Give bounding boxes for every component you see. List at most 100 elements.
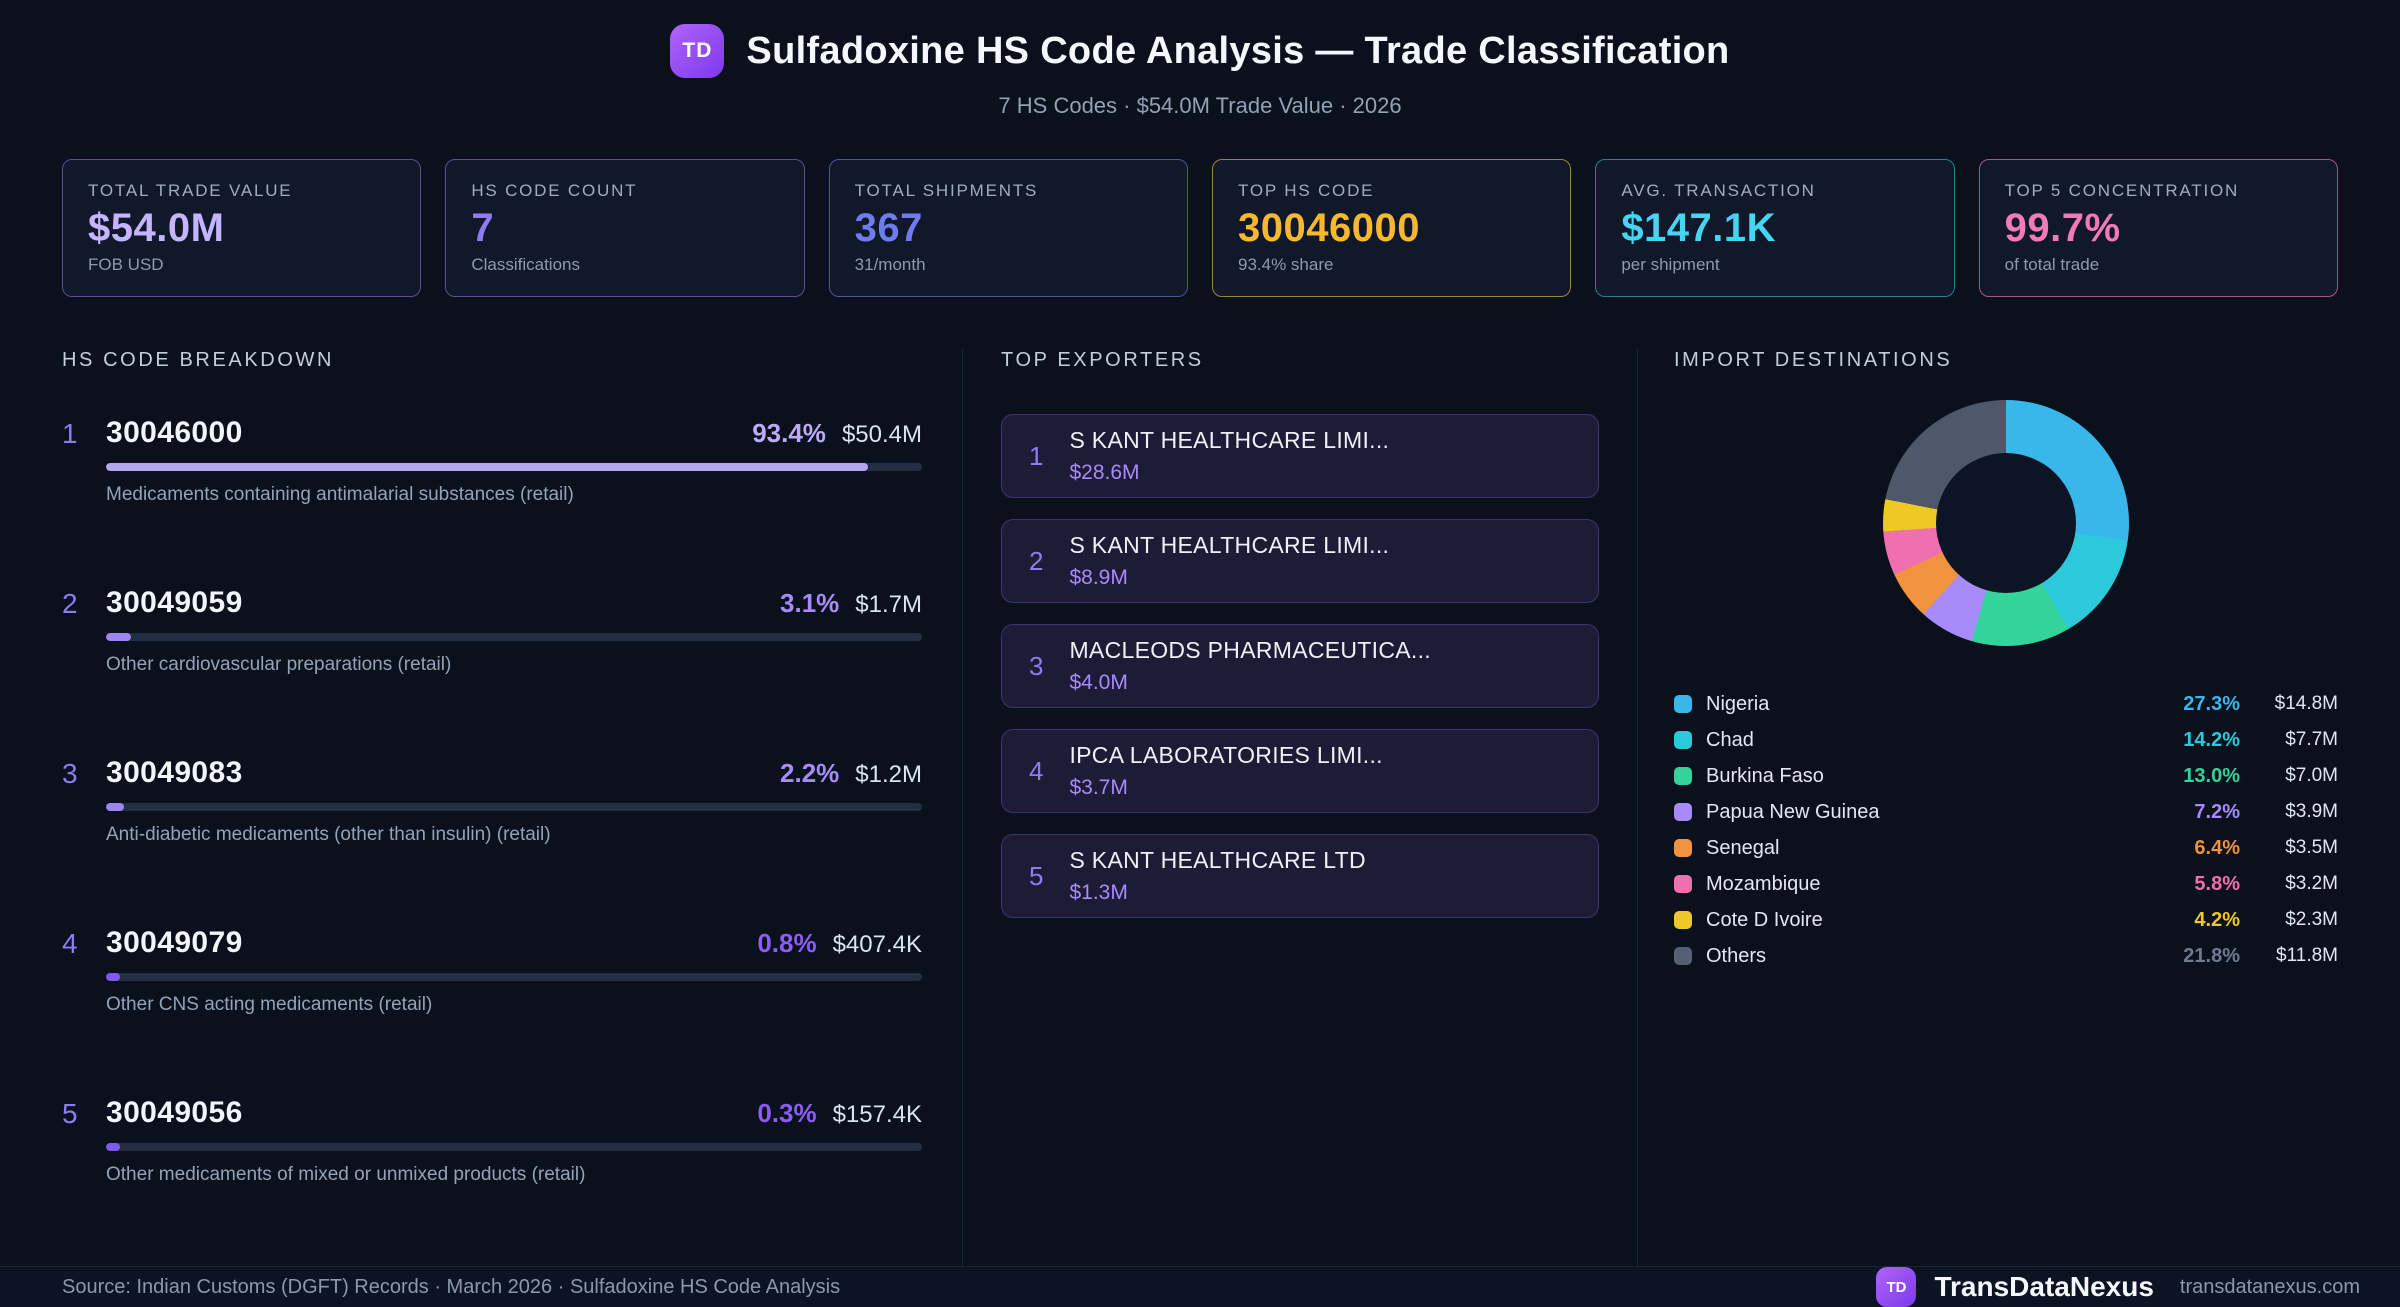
breakdown-code: 30049056 <box>106 1096 243 1129</box>
breakdown-bar-fill <box>106 1143 120 1151</box>
stat-label: TOTAL TRADE VALUE <box>88 181 293 200</box>
breakdown-item: 3 30049083 2.2% $1.2M Anti-diabetic medi… <box>62 756 922 846</box>
donut-chart <box>1883 400 2129 646</box>
stat-card: TOP HS CODE 30046000 93.4% share <box>1211 159 1572 297</box>
breakdown-item: 2 30049059 3.1% $1.7M Other cardiovascul… <box>62 586 922 676</box>
legend-row: Nigeria 27.3% $14.8M <box>1674 686 2338 722</box>
exporter-value: $4.0M <box>1069 671 1128 694</box>
stat-sub: per shipment <box>1621 255 1720 274</box>
legend-value: $7.7M <box>2285 729 2338 750</box>
legend-row: Papua New Guinea 7.2% $3.9M <box>1674 794 2338 830</box>
legend-swatch <box>1674 911 1692 929</box>
breakdown-rank: 1 <box>62 418 78 449</box>
stat-label: TOP HS CODE <box>1237 181 1375 200</box>
breakdown-item: 5 30049056 0.3% $157.4K Other medicament… <box>62 1096 922 1186</box>
section-title-destinations: IMPORT DESTINATIONS <box>1674 349 1953 371</box>
breakdown-bar-track <box>106 973 922 981</box>
breakdown-code: 30049083 <box>106 756 243 789</box>
stat-sub: 31/month <box>854 255 926 274</box>
legend-pct: 14.2% <box>2183 728 2240 751</box>
breakdown-bar-fill <box>106 973 120 981</box>
section-title-breakdown: HS CODE BREAKDOWN <box>62 349 335 371</box>
stat-card: TOTAL SHIPMENTS 367 31/month <box>828 159 1188 297</box>
breakdown-item: 4 30049079 0.8% $407.4K Other CNS acting… <box>62 926 922 1016</box>
legend-label: Cote D Ivoire <box>1706 908 1823 931</box>
legend-row: Mozambique 5.8% $3.2M <box>1674 866 2338 902</box>
breakdown-pct: 0.3% <box>757 1098 817 1128</box>
app-logo-badge: TD <box>670 24 725 78</box>
breakdown-bar-track <box>106 1143 922 1151</box>
stat-card: TOP 5 CONCENTRATION 99.7% of total trade <box>1978 159 2338 297</box>
legend-label: Papua New Guinea <box>1706 800 1880 823</box>
legend-value: $11.8M <box>2276 945 2338 966</box>
legend-value: $2.3M <box>2285 909 2338 930</box>
breakdown-bar-fill <box>106 803 124 811</box>
breakdown-value: $1.2M <box>855 761 922 788</box>
exporter-value: $1.3M <box>1069 881 1128 904</box>
legend-label: Others <box>1706 944 1767 967</box>
footer-brand-name: TransDataNexus <box>1934 1271 2154 1302</box>
breakdown-pct: 0.8% <box>757 928 817 958</box>
exporters-list: 1 S KANT HEALTHCARE LIMI... $28.6M 2 S K… <box>1001 414 1599 918</box>
exporter-card: 2 S KANT HEALTHCARE LIMI... $8.9M <box>1001 519 1599 603</box>
legend-swatch <box>1674 767 1692 785</box>
breakdown-pct: 3.1% <box>780 588 840 618</box>
legend-pct: 5.8% <box>2194 872 2240 895</box>
donut-chart-area <box>1674 400 2338 648</box>
exporter-name: MACLEODS PHARMACEUTICA... <box>1069 637 1431 663</box>
stat-card: HS CODE COUNT 7 Classifications <box>445 159 805 297</box>
breakdown-value: $157.4K <box>832 1101 922 1128</box>
exporter-card: 1 S KANT HEALTHCARE LIMI... $28.6M <box>1001 414 1599 498</box>
footer-domain-text: transdatanexus.com <box>2179 1275 2360 1298</box>
breakdown-rank: 2 <box>62 588 78 619</box>
legend-pct: 4.2% <box>2194 908 2240 931</box>
breakdown-rank: 3 <box>62 758 78 789</box>
legend-swatch <box>1674 839 1692 857</box>
legend-pct: 7.2% <box>2194 800 2240 823</box>
legend-label: Mozambique <box>1706 872 1821 895</box>
legend-value: $14.8M <box>2274 693 2338 714</box>
stat-label: HS CODE COUNT <box>471 181 638 200</box>
exporter-rank: 3 <box>1029 650 1044 681</box>
stat-sub: of total trade <box>2004 255 2100 274</box>
breakdown-code: 30049079 <box>106 926 243 959</box>
legend-swatch <box>1674 803 1692 821</box>
legend-pct: 13.0% <box>2183 764 2240 787</box>
legend-row: Burkina Faso 13.0% $7.0M <box>1674 758 2338 794</box>
exporter-value: $3.7M <box>1069 776 1128 799</box>
exporter-value: $8.9M <box>1069 566 1128 589</box>
legend-label: Nigeria <box>1706 692 1770 715</box>
stat-card: TOTAL TRADE VALUE $54.0M FOB USD <box>62 159 422 297</box>
breakdown-description: Anti-diabetic medicaments (other than in… <box>106 824 551 845</box>
exporter-rank: 2 <box>1029 545 1044 576</box>
legend-swatch <box>1674 875 1692 893</box>
breakdown-bar-fill <box>106 633 132 641</box>
breakdown-value: $1.7M <box>855 591 922 618</box>
breakdown-list: 1 30046000 93.4% $50.4M Medicaments cont… <box>62 416 922 1186</box>
exporter-card: 4 IPCA LABORATORIES LIMI... $3.7M <box>1001 729 1599 813</box>
legend-swatch <box>1674 947 1692 965</box>
main-content: HS CODE BREAKDOWN 1 30046000 93.4% $50.4… <box>0 297 2400 1266</box>
breakdown-value: $50.4M <box>841 421 922 448</box>
footer-source-text: Source: Indian Customs (DGFT) Records · … <box>62 1275 841 1298</box>
breakdown-bar-track <box>106 463 922 471</box>
breakdown-code: 30046000 <box>106 416 243 449</box>
legend-row: Cote D Ivoire 4.2% $2.3M <box>1674 902 2338 938</box>
stat-value: 367 <box>854 205 923 250</box>
stat-label: TOTAL SHIPMENTS <box>854 181 1039 200</box>
breakdown-pct: 93.4% <box>752 418 826 448</box>
legend-swatch <box>1674 731 1692 749</box>
stat-value: $54.0M <box>88 205 225 250</box>
breakdown-rank: 4 <box>62 928 78 959</box>
exporter-name: S KANT HEALTHCARE LIMI... <box>1069 532 1390 558</box>
destinations-legend: Nigeria 27.3% $14.8M Chad 14.2% $7.7M Bu… <box>1674 686 2338 974</box>
exporter-card: 3 MACLEODS PHARMACEUTICA... $4.0M <box>1001 624 1599 708</box>
footer: Source: Indian Customs (DGFT) Records · … <box>0 1266 2400 1307</box>
stat-sub: Classifications <box>471 255 580 274</box>
stat-label: AVG. TRANSACTION <box>1621 181 1816 200</box>
legend-label: Senegal <box>1706 836 1780 859</box>
stat-sub: FOB USD <box>88 255 164 274</box>
legend-pct: 27.3% <box>2183 692 2240 715</box>
legend-label: Burkina Faso <box>1706 764 1824 787</box>
breakdown-pct: 2.2% <box>780 758 840 788</box>
